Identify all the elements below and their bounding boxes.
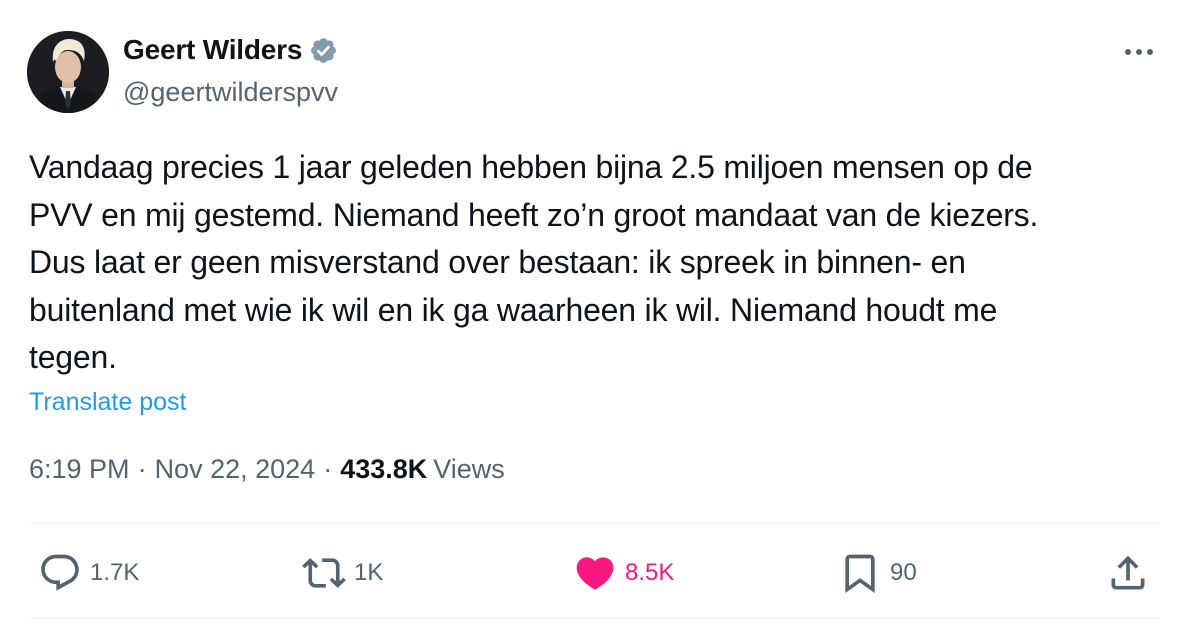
bookmark-button[interactable]: 90	[838, 548, 917, 598]
author-handle[interactable]: @geertwilderspvv	[123, 77, 338, 108]
post-meta: 6:19 PM · Nov 22, 2024 · 433.8K Views	[29, 454, 505, 485]
repost-button[interactable]: 1K	[302, 548, 383, 598]
bookmark-icon	[845, 554, 875, 594]
author-name-row: Geert Wilders	[123, 34, 338, 66]
repost-icon	[302, 558, 346, 588]
more-options-button[interactable]	[1122, 38, 1156, 66]
author-avatar[interactable]	[27, 31, 109, 113]
share-button[interactable]	[1106, 548, 1150, 598]
post-text: Vandaag precies 1 jaar geleden hebben bi…	[29, 149, 1039, 375]
reply-count: 1.7K	[90, 559, 140, 586]
like-count: 8.5K	[625, 559, 675, 586]
post-time[interactable]: 6:19 PM	[29, 454, 130, 485]
repost-count: 1K	[354, 559, 384, 586]
post-card: Geert Wilders @geertwilderspvv Vandaag p…	[0, 0, 1190, 628]
more-icon	[1125, 49, 1153, 55]
bookmark-count: 90	[890, 559, 917, 586]
reply-button[interactable]: 1.7K	[38, 548, 139, 598]
divider	[29, 618, 1160, 619]
post-date[interactable]: Nov 22, 2024	[155, 454, 316, 485]
action-bar: 1.7K 1K 8.5K 90	[0, 548, 1190, 598]
views-label: Views	[433, 454, 505, 484]
heart-filled-icon	[576, 557, 614, 590]
divider	[29, 523, 1160, 524]
meta-separator: ·	[137, 454, 147, 484]
reply-icon	[41, 554, 79, 591]
views-count[interactable]: 433.8K	[340, 454, 427, 485]
author-display-name[interactable]: Geert Wilders	[123, 34, 302, 66]
translate-post-link[interactable]: Translate post	[29, 388, 186, 417]
like-button[interactable]: 8.5K	[573, 548, 674, 598]
meta-separator: ·	[323, 454, 333, 484]
share-icon	[1111, 555, 1145, 590]
verified-badge-icon[interactable]	[309, 36, 338, 65]
